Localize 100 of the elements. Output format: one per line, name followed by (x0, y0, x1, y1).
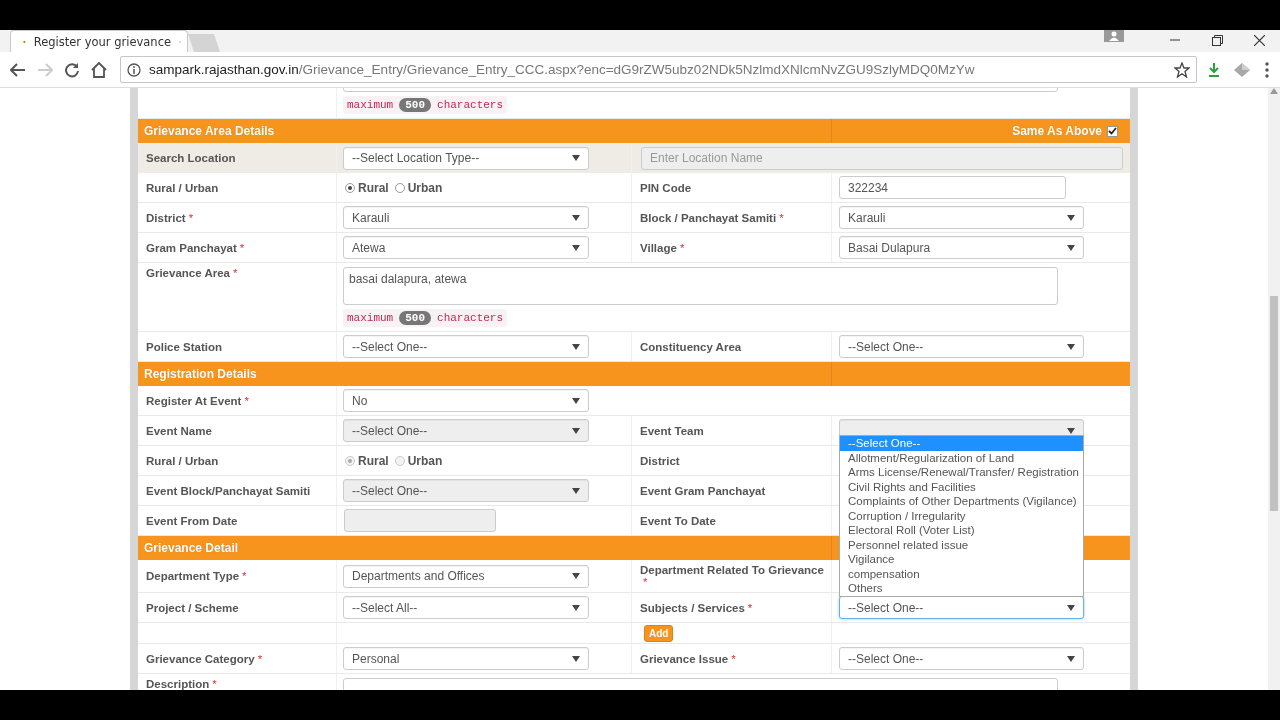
caret-icon (1067, 214, 1075, 221)
caret-icon (572, 427, 580, 434)
dropdown-field[interactable]: --Select One-- (839, 647, 1084, 670)
field-label: Subjects / Services (640, 601, 745, 614)
dropdown-field[interactable]: Atewa (343, 236, 589, 259)
field-label: Event Gram Panchayat (640, 484, 766, 497)
field-label: Department Related To Grievance (640, 564, 824, 576)
field-label: Gram Panchayat (146, 241, 237, 254)
text-field[interactable]: 322234 (839, 176, 1066, 199)
caret-icon (572, 655, 580, 662)
field-label: Register At Event (146, 394, 242, 407)
section-title: Registration Details (144, 367, 257, 381)
field-label: Event To Date (640, 514, 716, 527)
required-mark: * (212, 678, 217, 690)
required-mark: * (239, 241, 245, 254)
dropdown-option[interactable]: compensation (840, 566, 1083, 581)
checkbox[interactable] (1107, 125, 1118, 137)
forward-arrow-icon[interactable] (36, 62, 53, 77)
required-mark: * (747, 601, 753, 614)
dropdown-field[interactable]: Personal (343, 647, 589, 670)
dropdown-option[interactable]: Electoral Roll (Voter List) (840, 523, 1083, 538)
caret-icon (572, 343, 580, 350)
required-mark: * (188, 211, 194, 224)
field-label: Rural / Urban (146, 181, 219, 194)
dropdown-field[interactable]: --Select One-- (839, 335, 1084, 358)
field-label: Project / Scheme (146, 601, 239, 614)
required-mark: * (731, 652, 736, 665)
scrollbar[interactable] (1268, 88, 1280, 690)
caret-icon (1067, 244, 1075, 251)
profile-icon[interactable] (1104, 30, 1124, 42)
radio-label: Rural (358, 453, 389, 468)
dropdown-option[interactable]: Complaints of Other Departments (Vigilance) (840, 494, 1083, 509)
back-arrow-icon[interactable] (9, 62, 26, 77)
caret-icon (1067, 655, 1075, 662)
dropdown-field[interactable]: --Select Location Type-- (343, 146, 589, 170)
dropdown-field[interactable]: Departments and Offices (343, 564, 589, 588)
reload-icon[interactable] (63, 61, 80, 78)
dropdown-field[interactable]: --Select One-- (839, 596, 1084, 619)
radio-label: Rural (358, 180, 389, 195)
extension-icon[interactable] (1233, 61, 1251, 78)
dropdown-option[interactable]: Others (840, 581, 1083, 596)
radio-button[interactable] (345, 182, 355, 193)
field-label: PIN Code (640, 181, 692, 194)
caret-icon (572, 155, 580, 161)
required-mark: * (679, 241, 685, 254)
field-label: Block / Panchayat Samiti (640, 211, 777, 224)
dropdown-field[interactable]: Karauli (839, 206, 1084, 229)
dropdown-field[interactable]: Basai Dulapura (839, 236, 1084, 259)
field-label: Event From Date (146, 514, 238, 527)
required-mark: * (257, 652, 263, 665)
browser-tab[interactable]: Register your grievance (10, 30, 188, 52)
home-icon[interactable] (90, 61, 107, 78)
menu-icon[interactable] (1265, 61, 1269, 78)
counter-text: characters (437, 99, 504, 111)
caret-icon (572, 244, 580, 251)
caret-icon (1067, 343, 1075, 350)
dropdown-option[interactable]: Arms License/Renewal/Transfer/ Registration (840, 465, 1083, 480)
dropdown-field[interactable]: No (343, 389, 589, 412)
caret-icon (572, 214, 580, 221)
info-icon (127, 62, 141, 77)
radio-label: Urban (407, 180, 443, 195)
checkbox-label: Same As Above (1012, 124, 1102, 138)
field-label: Grievance Category (146, 652, 255, 665)
dropdown-option[interactable]: Corruption / Irregularity (840, 508, 1083, 523)
field-label: District (640, 454, 680, 467)
field-label: District (146, 211, 186, 224)
field-label: Search Location (146, 152, 236, 164)
caret-icon (572, 604, 580, 611)
caret-icon (572, 397, 580, 404)
required-mark: * (242, 570, 247, 582)
counter-text: maximum (347, 99, 394, 111)
dropdown-option[interactable]: Allotment/Regularization of Land (840, 450, 1083, 465)
star-icon[interactable] (1174, 61, 1190, 78)
caret-icon (572, 573, 580, 579)
counter-text: maximum (347, 312, 394, 324)
field-label: Grievance Issue (640, 652, 729, 665)
section-title: Grievance Detail (144, 541, 239, 555)
address-bar[interactable]: sampark.rajasthan.gov.in/Grievance_Entry/Grievance_Entry_CCC.aspx?enc=dG9rZW5ubz02NDk5NzlmdXNlcmNvZGU9SzlyMDQ0MzYw (120, 56, 1197, 83)
required-mark: * (779, 211, 784, 224)
scrollbar-thumb[interactable] (1270, 296, 1278, 511)
dropdown-option[interactable]: Civil Rights and Facilities (840, 479, 1083, 494)
field-label: Village (640, 241, 677, 254)
dropdown-field[interactable]: --Select All-- (343, 596, 589, 619)
restore-icon[interactable] (1211, 34, 1223, 46)
required-mark: * (244, 394, 249, 407)
dropdown-option[interactable]: Personnel related issue (840, 537, 1083, 552)
field-label: Event Team (640, 424, 704, 437)
download-icon[interactable] (1209, 62, 1219, 77)
field-label: Police Station (146, 340, 223, 353)
field-label: Rural / Urban (146, 454, 219, 467)
radio-label: Urban (407, 453, 443, 468)
dropdown-field[interactable]: --Select One-- (343, 335, 589, 358)
counter-badge: 500 (399, 311, 432, 325)
text-area-field[interactable]: basai dalapura, atewa (343, 267, 1058, 305)
radio-button[interactable] (394, 182, 405, 193)
dropdown-option[interactable]: Vigilance (840, 552, 1083, 567)
dropdown-field[interactable]: Karauli (343, 206, 589, 229)
field-label: Event Block/Panchayat Samiti (146, 484, 311, 497)
section-title: Grievance Area Details (144, 124, 275, 138)
close-icon[interactable] (1253, 34, 1265, 46)
